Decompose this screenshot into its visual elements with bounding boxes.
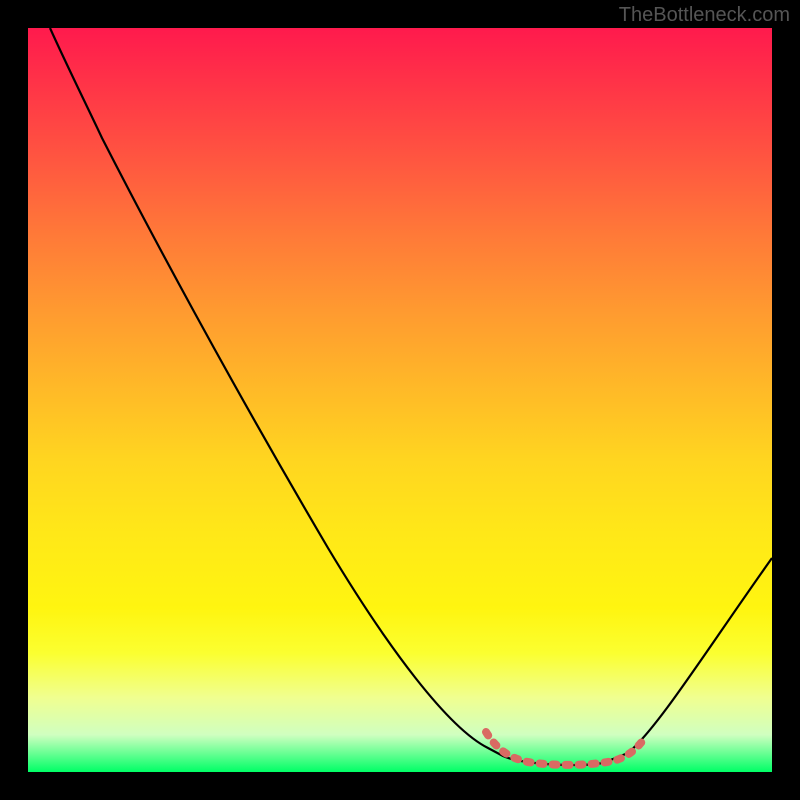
- chart-gradient-area: [28, 28, 772, 772]
- bottleneck-curve-line: [50, 28, 772, 765]
- watermark-text: TheBottleneck.com: [619, 4, 790, 27]
- chart-svg: [28, 28, 772, 772]
- optimal-band-marker: [486, 732, 646, 765]
